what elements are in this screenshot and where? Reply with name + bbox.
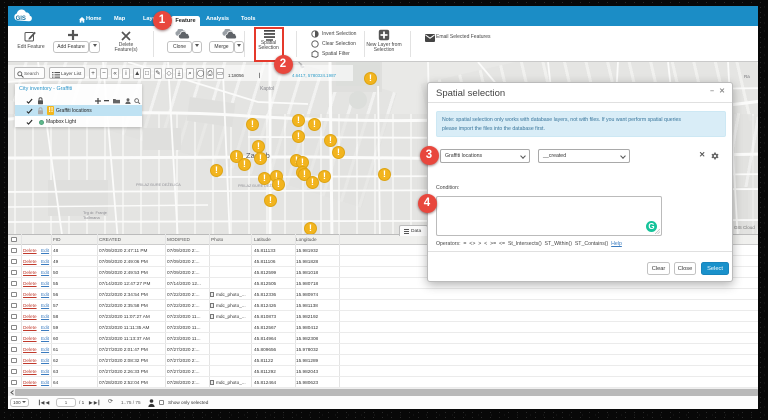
- svg-text:GIS: GIS: [16, 16, 26, 22]
